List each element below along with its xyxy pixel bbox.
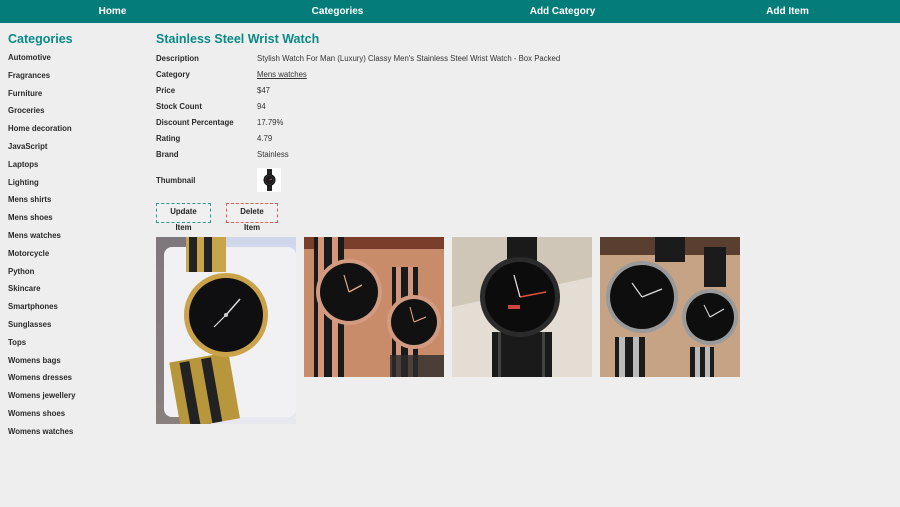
sidebar-title: Categories xyxy=(8,32,73,46)
sidebar-item-tops[interactable]: Tops xyxy=(8,337,138,355)
item-actions: Update Item Delete Item xyxy=(156,203,876,232)
nav-add-category-link[interactable]: Add Category xyxy=(450,0,675,23)
sidebar-item-sunglasses[interactable]: Sunglasses xyxy=(8,319,138,337)
sidebar-item-python[interactable]: Python xyxy=(8,266,138,284)
discount-value: 17.79% xyxy=(257,118,284,127)
sidebar-item-womens-bags[interactable]: Womens bags xyxy=(8,355,138,373)
sidebar-item-smartphones[interactable]: Smartphones xyxy=(8,301,138,319)
discount-label: Discount Percentage xyxy=(156,118,234,127)
top-nav: Home Categories Add Category Add Item xyxy=(0,0,900,23)
nav-categories-link[interactable]: Categories xyxy=(225,0,450,23)
description-value: Stylish Watch For Man (Luxury) Classy Me… xyxy=(257,54,561,63)
sidebar-item-furniture[interactable]: Furniture xyxy=(8,88,138,106)
rose-gold-pair-watches-photo xyxy=(304,237,444,377)
nav-add-item-link[interactable]: Add Item xyxy=(675,0,900,23)
product-image-gallery xyxy=(156,237,876,424)
stock-row: Stock Count 94 xyxy=(156,102,876,118)
stock-value: 94 xyxy=(257,102,266,111)
price-row: Price $47 xyxy=(156,86,876,102)
brand-value: Stainless xyxy=(257,150,289,159)
sidebar-item-home-decoration[interactable]: Home decoration xyxy=(8,123,138,141)
category-sidebar: Categories Automotive Fragrances Furnitu… xyxy=(8,32,138,444)
sidebar-item-automotive[interactable]: Automotive xyxy=(8,52,138,70)
thumbnail-row: Thumbnail xyxy=(156,165,876,195)
sidebar-item-fragrances[interactable]: Fragrances xyxy=(8,70,138,88)
category-link[interactable]: Mens watches xyxy=(257,70,307,79)
price-label: Price xyxy=(156,86,176,95)
sidebar-item-womens-shoes[interactable]: Womens shoes xyxy=(8,408,138,426)
sidebar-item-mens-watches[interactable]: Mens watches xyxy=(8,230,138,248)
price-value: $47 xyxy=(257,86,271,95)
thumbnail-image xyxy=(257,168,281,192)
sidebar-item-javascript[interactable]: JavaScript xyxy=(8,141,138,159)
sidebar-item-womens-jewellery[interactable]: Womens jewellery xyxy=(8,390,138,408)
sidebar-item-groceries[interactable]: Groceries xyxy=(8,105,138,123)
silver-black-pair-watches-photo xyxy=(600,237,740,377)
sidebar-item-skincare[interactable]: Skincare xyxy=(8,283,138,301)
sidebar-item-womens-watches[interactable]: Womens watches xyxy=(8,426,138,444)
category-list: Automotive Fragrances Furniture Grocerie… xyxy=(8,52,138,444)
rating-row: Rating 4.79 xyxy=(156,134,876,150)
description-row: Description Stylish Watch For Man (Luxur… xyxy=(156,54,876,70)
update-item-button[interactable]: Update Item xyxy=(156,203,211,232)
sidebar-item-mens-shoes[interactable]: Mens shoes xyxy=(8,212,138,230)
sidebar-item-motorcycle[interactable]: Motorcycle xyxy=(8,248,138,266)
sidebar-item-lighting[interactable]: Lighting xyxy=(8,177,138,195)
rating-value: 4.79 xyxy=(257,134,273,143)
gold-watch-in-box-photo xyxy=(156,237,296,424)
brand-label: Brand xyxy=(156,150,179,159)
discount-row: Discount Percentage 17.79% xyxy=(156,118,876,134)
black-watch-photo xyxy=(452,237,592,377)
sidebar-item-womens-dresses[interactable]: Womens dresses xyxy=(8,372,138,390)
stock-label: Stock Count xyxy=(156,102,202,111)
delete-item-button[interactable]: Delete Item xyxy=(226,203,278,232)
brand-row: Brand Stainless xyxy=(156,150,876,166)
category-label: Category xyxy=(156,70,190,79)
rating-label: Rating xyxy=(156,134,181,143)
category-row: Category Mens watches xyxy=(156,70,876,86)
product-detail: Stainless Steel Wrist Watch Description … xyxy=(156,32,876,424)
description-label: Description xyxy=(156,54,199,63)
sidebar-item-mens-shirts[interactable]: Mens shirts xyxy=(8,194,138,212)
sidebar-item-laptops[interactable]: Laptops xyxy=(8,159,138,177)
product-title: Stainless Steel Wrist Watch xyxy=(156,32,320,46)
nav-home-link[interactable]: Home xyxy=(0,0,225,23)
thumbnail-label: Thumbnail xyxy=(156,175,196,185)
